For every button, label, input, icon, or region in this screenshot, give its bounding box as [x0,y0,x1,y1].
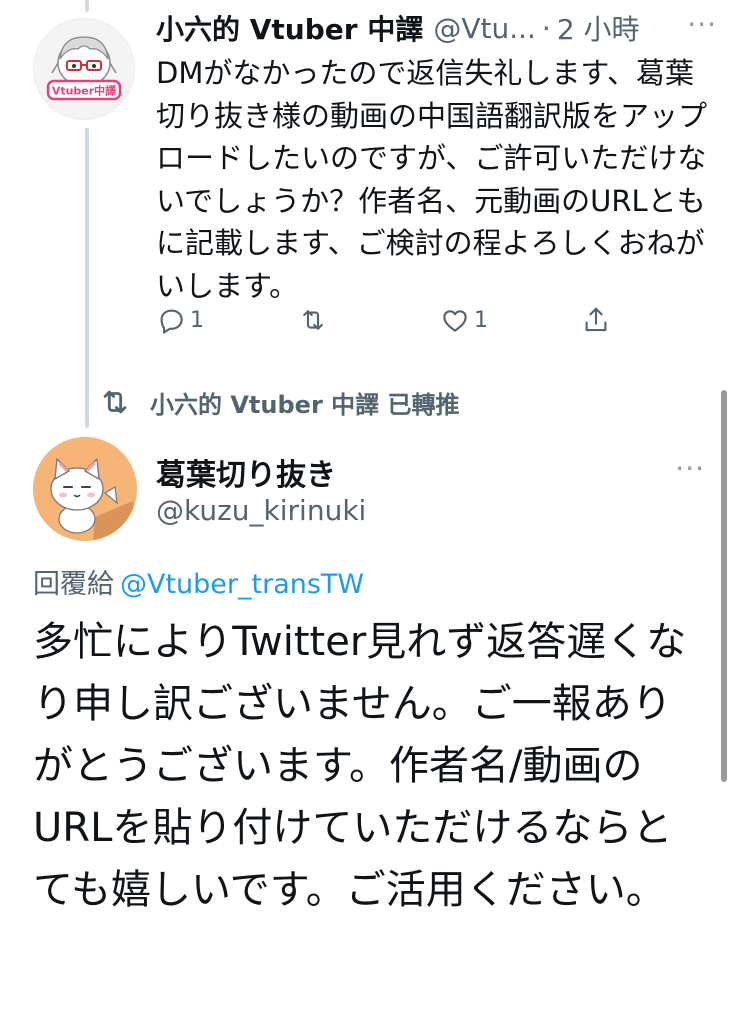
tweet-text: 多忙によりTwitter見れず返答遅くなり申し訳ございません。ご一報ありがとうご… [33,619,687,913]
vtuber-logo-avatar-icon: Vtuber中譯 [34,19,134,119]
reply-mention-link[interactable]: @Vtuber_transTW [120,569,364,600]
tweet-header: 小六的 Vtuber 中譯 @Vtu... · 2 小時 [156,8,716,48]
retweeted-by-text: 小六的 Vtuber 中譯 已轉推 [150,390,460,419]
reply-icon [160,309,183,334]
reply-button[interactable]: 1 [156,305,204,335]
retweet-icon [303,310,323,330]
avatar[interactable] [33,437,137,541]
retweeted-by-banner[interactable]: 小六的 Vtuber 中譯 已轉推 [98,385,460,419]
scrollbar[interactable] [721,390,727,782]
tweet[interactable]: Vtuber中譯 小六的 Vtuber 中譯 @Vtu... · 2 小時 ··… [0,0,735,370]
retweet-button[interactable] [298,305,328,335]
like-button[interactable]: 1 [440,305,488,335]
more-options-icon[interactable]: ··· [675,452,705,485]
svg-text:Vtuber中譯: Vtuber中譯 [52,84,116,98]
user-handle[interactable]: @Vtu... [433,12,536,45]
tweet-actions: 1 1 [156,305,636,345]
reply-count: 1 [190,307,204,333]
tweet-text: DMがなかったので返信失礼します、葛葉切り抜き様の動画の中国語翻訳版をアップロー… [156,56,708,303]
reply-to-label: 回覆給 [33,569,114,600]
tweet-thread-view: Vtuber中譯 小六的 Vtuber 中譯 @Vtu... · 2 小時 ··… [0,0,735,1024]
timestamp[interactable]: 2 小時 [557,8,640,48]
more-options-icon[interactable]: ··· [687,8,717,41]
retweet-icon [103,390,127,414]
display-name[interactable]: 小六的 Vtuber 中譯 [156,8,423,48]
like-icon [443,310,467,332]
cat-avatar-icon [33,437,137,541]
like-count: 1 [474,307,488,333]
avatar[interactable]: Vtuber中譯 [33,18,135,120]
user-handle[interactable]: @kuzu_kirinuki [156,494,366,527]
share-icon [585,307,607,332]
share-button[interactable] [581,305,611,335]
display-name[interactable]: 葛葉切り抜き [156,450,336,494]
separator: · [541,11,551,45]
reply-context: 回覆給 @Vtuber_transTW [33,562,364,601]
